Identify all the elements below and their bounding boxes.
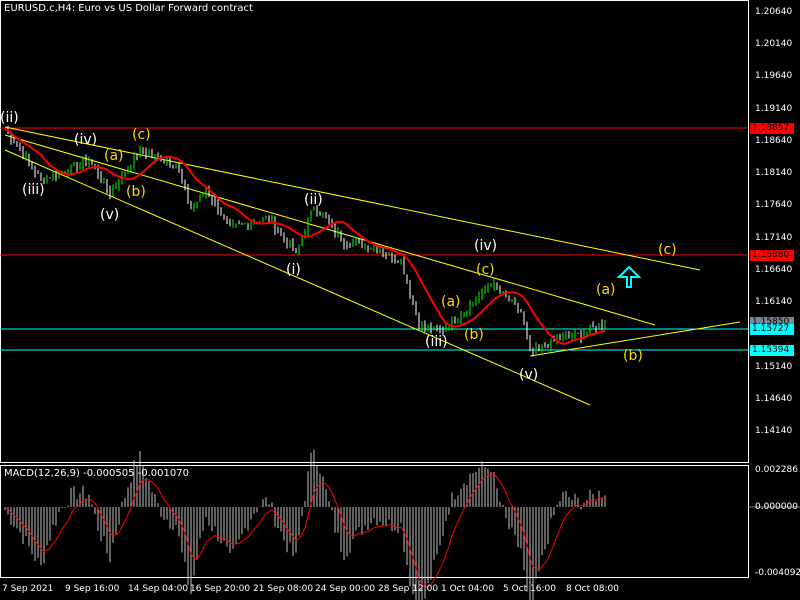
time-axis-label: 28 Sep 12:00 — [378, 584, 439, 594]
time-axis-label: 1 Oct 04:00 — [441, 584, 494, 594]
time-axis-label: 8 Oct 08:00 — [566, 584, 619, 594]
chart-canvas[interactable] — [0, 0, 800, 600]
wave-label: (iv) — [74, 132, 98, 148]
price-tag-red: 1.18857 — [750, 123, 794, 134]
price-axis-label: 1.14140 — [755, 425, 793, 436]
wave-label: (b) — [623, 348, 643, 364]
main-panel-border — [0, 0, 749, 463]
wave-label: (i) — [286, 262, 301, 278]
price-axis-label: 1.18140 — [755, 168, 793, 179]
price-axis-label: 1.18640 — [755, 135, 793, 146]
price-axis-label: 1.19640 — [755, 71, 793, 82]
time-axis-label: 16 Sep 20:00 — [190, 584, 251, 594]
time-axis-label: 9 Sep 16:00 — [65, 584, 120, 594]
macd-axis-zero: 0.000000 — [755, 502, 798, 512]
chart-window[interactable]: EURUSD.c,H4: Euro vs US Dollar Forward c… — [0, 0, 800, 600]
price-tag-cyan: 1.15727 — [750, 324, 794, 335]
arrow-up-icon[interactable] — [616, 265, 642, 288]
wave-label: (b) — [126, 184, 146, 200]
time-axis-label: 21 Sep 08:00 — [253, 584, 314, 594]
price-axis-label: 1.16140 — [755, 297, 793, 308]
price-axis-label: 1.19140 — [755, 103, 793, 114]
wave-label: (b) — [464, 327, 484, 343]
price-tag-cyan-2: 1.15394 — [750, 345, 794, 356]
time-axis-label: 24 Sep 00:00 — [315, 584, 376, 594]
time-axis-label: 7 Sep 2021 — [2, 584, 54, 594]
trendline[interactable] — [4, 134, 656, 326]
wave-label: (a) — [441, 294, 461, 310]
chart-title: EURUSD.c,H4: Euro vs US Dollar Forward c… — [4, 3, 253, 14]
wave-label: (iv) — [474, 238, 498, 254]
wave-label: (iii) — [425, 334, 448, 350]
wave-label: (a) — [104, 148, 124, 164]
time-axis-label: 14 Sep 04:00 — [128, 584, 189, 594]
price-tag-red-2: 1.16880 — [750, 250, 794, 261]
price-axis-label: 1.16640 — [755, 264, 793, 275]
price-axis-label: 1.15140 — [755, 361, 793, 372]
wave-label: (c) — [476, 262, 495, 278]
wave-label: (a) — [596, 282, 616, 298]
wave-label: (c) — [658, 242, 677, 258]
wave-label: (v) — [519, 367, 539, 383]
wave-label: (c) — [132, 127, 151, 143]
price-axis-label: 1.17140 — [755, 232, 793, 243]
macd-label: MACD(12,26,9) -0.000505 -0.001070 — [4, 468, 189, 479]
price-axis-label: 1.20140 — [755, 39, 793, 50]
price-axis-label: 1.17640 — [755, 200, 793, 211]
wave-label: (v) — [100, 207, 120, 223]
time-axis-label: 5 Oct 16:00 — [503, 584, 556, 594]
price-axis-label: 1.14640 — [755, 393, 793, 404]
macd-axis-max: 0.002286 — [755, 465, 798, 475]
macd-axis-min: -0.004092 — [755, 568, 800, 578]
wave-label: (ii) — [0, 110, 19, 126]
price-axis-label: 1.20640 — [755, 7, 793, 17]
moving-average-line — [4, 127, 606, 345]
wave-label: (ii) — [304, 192, 323, 208]
wave-label: (iii) — [22, 182, 45, 198]
